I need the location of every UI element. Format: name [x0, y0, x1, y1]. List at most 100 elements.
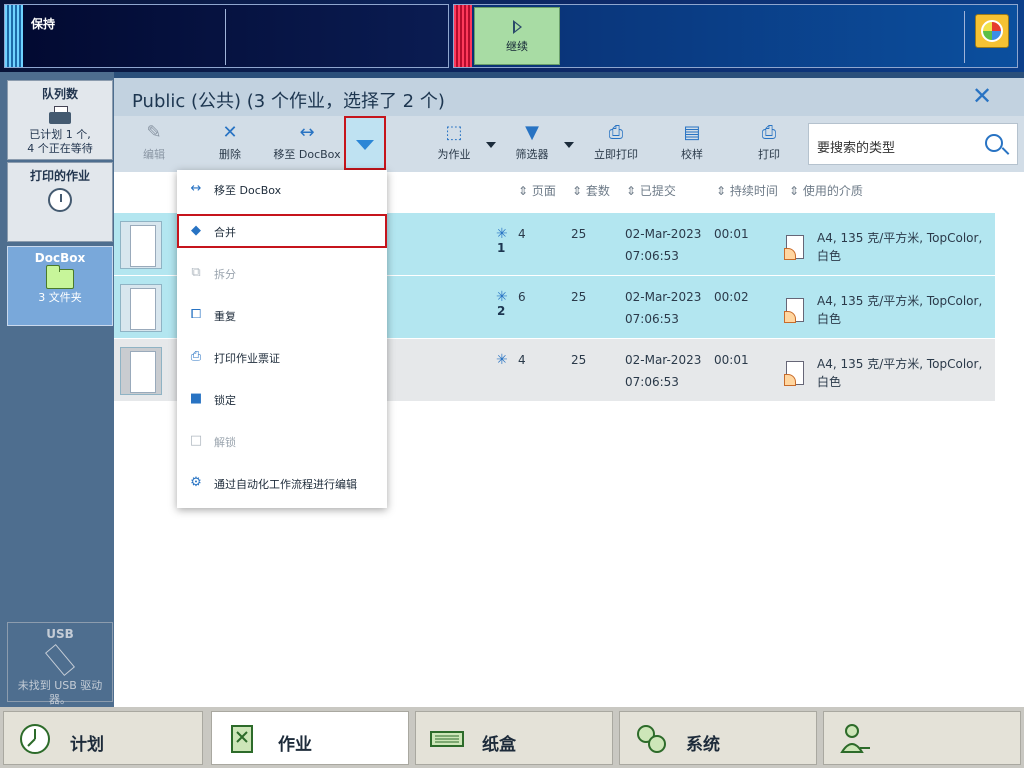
- job-document-icon: [231, 725, 253, 753]
- sidebar-item-docbox[interactable]: DocBox 3 文件夹: [7, 246, 113, 326]
- sets-cell: 25: [571, 290, 587, 304]
- hold-panel[interactable]: 保持: [4, 4, 449, 68]
- date-cell: 02-Mar-2023: [625, 227, 702, 241]
- date-cell: 02-Mar-2023: [625, 290, 702, 304]
- edit-label: 编辑: [143, 148, 165, 161]
- menu-item-edit-workflow[interactable]: ⚙ 通过自动化工作流程进行编辑: [177, 466, 387, 500]
- tab-plan[interactable]: 计划: [3, 711, 203, 765]
- media-icon: [784, 235, 804, 260]
- media-color-cell: 白色: [817, 312, 842, 326]
- resume-button[interactable]: 继续: [474, 7, 560, 65]
- menu-item-move-docbox[interactable]: ↔ 移至 DocBox: [177, 172, 387, 206]
- printer-icon: ⎙: [761, 122, 777, 143]
- user-key-icon: [840, 724, 870, 753]
- col-duration[interactable]: ⇕ 持续时间: [716, 182, 778, 199]
- split-icon: ⧉: [191, 265, 201, 280]
- printed-title: 打印的作业: [29, 169, 90, 183]
- menu-item-merge[interactable]: ◆ 合并: [177, 214, 387, 248]
- menu-item-label: 拆分: [214, 268, 236, 281]
- paper-tray-icon: [430, 731, 464, 747]
- tab-system-label: 系统: [686, 735, 720, 755]
- move-arrows-icon: ↔: [190, 181, 202, 196]
- sidebar-item-printed[interactable]: 打印的作业: [7, 162, 113, 242]
- actions-dropdown-menu: ↔ 移至 DocBox ◆ 合并 ⧉ 拆分 ⧠ 重复 ⎙ 打印作业票证 ■ 锁定…: [177, 170, 387, 508]
- sidebar-item-queue[interactable]: 队列数 已计划 1 个, 4 个正在等待: [7, 80, 113, 160]
- filter-label: 筛选器: [515, 148, 549, 161]
- search-placeholder: 要搜索的类型: [817, 141, 896, 156]
- filter-button[interactable]: ▼ 筛选器: [492, 120, 572, 170]
- print-button[interactable]: ⎙ 打印: [729, 120, 809, 170]
- media-color-cell: 白色: [817, 375, 842, 389]
- tab-jobs-label: 作业: [278, 735, 312, 755]
- more-actions-dropdown-button[interactable]: [344, 116, 386, 170]
- search-icon[interactable]: [985, 134, 1003, 152]
- ticket-printer-icon: ⎙: [190, 349, 202, 364]
- print-now-label: 立即打印: [594, 148, 638, 161]
- hold-label: 保持: [31, 17, 56, 31]
- media-icon: [784, 361, 804, 386]
- pencil-icon: ✎: [146, 122, 162, 143]
- color-dial-icon: [981, 20, 1003, 42]
- sets-cell: 25: [571, 227, 587, 241]
- duration-cell: 00:01: [714, 227, 749, 241]
- divider: [225, 9, 226, 65]
- move-arrows-icon: ↔: [299, 122, 315, 143]
- media-cell: A4, 135 克/平方米, TopColor,: [817, 294, 983, 308]
- pages-cell: 6: [518, 290, 526, 304]
- print-now-icon: ⎙: [608, 122, 624, 143]
- queue-title: 队列数: [41, 87, 78, 101]
- edit-button[interactable]: ✎ 编辑: [114, 120, 194, 170]
- print-now-button[interactable]: ⎙ 立即打印: [576, 120, 656, 170]
- print-panel: 继续: [453, 4, 1018, 68]
- media-color-cell: 白色: [817, 249, 842, 263]
- pages-cell: 4: [518, 227, 526, 241]
- col-media[interactable]: ⇕ 使用的介质: [789, 182, 863, 199]
- col-submitted[interactable]: ⇕ 已提交: [626, 182, 676, 199]
- for-job-button[interactable]: ⬚ 为作业: [414, 120, 494, 170]
- usb-title: USB: [46, 627, 74, 641]
- bottom-nav: 计划 作业 纸盒 系统: [0, 707, 1024, 768]
- tab-trays-label: 纸盒: [482, 735, 516, 755]
- proof-button[interactable]: ▤ 校样: [652, 120, 732, 170]
- for-job-label: 为作业: [437, 148, 471, 161]
- sidebar-item-usb[interactable]: USB 未找到 USB 驱动器。: [7, 622, 113, 706]
- docbox-title: DocBox: [34, 251, 86, 265]
- pages-cell: 4: [518, 353, 526, 367]
- menu-item-label: 移至 DocBox: [214, 184, 282, 197]
- menu-item-duplicate[interactable]: ⧠ 重复: [177, 298, 387, 332]
- clock-icon: [20, 724, 50, 754]
- status-alert-button[interactable]: [975, 14, 1009, 48]
- menu-item-split[interactable]: ⧉ 拆分: [177, 256, 387, 290]
- queue-line1: 已计划 1 个,: [29, 128, 91, 141]
- usb-sub: 未找到 USB 驱动器。: [17, 679, 103, 706]
- menu-item-label: 重复: [214, 310, 236, 323]
- menu-item-label: 通过自动化工作流程进行编辑: [214, 478, 357, 491]
- print-stripe: [454, 5, 472, 67]
- job-thumbnail: [120, 347, 162, 395]
- tab-trays[interactable]: 纸盒: [415, 711, 613, 765]
- printer-icon: [49, 106, 71, 126]
- delete-button[interactable]: ✕ 删除: [190, 120, 270, 170]
- close-icon[interactable]: ✕: [972, 82, 992, 110]
- delete-label: 删除: [219, 148, 241, 161]
- time-cell: 07:06:53: [625, 312, 679, 326]
- job-status-icon: ✳: [496, 289, 508, 305]
- count-cell: 2: [497, 304, 506, 318]
- menu-item-print-ticket[interactable]: ⎙ 打印作业票证: [177, 340, 387, 374]
- menu-item-unlock[interactable]: □ 解锁: [177, 424, 387, 458]
- tab-jobs[interactable]: 作业: [211, 711, 409, 765]
- move-docbox-button[interactable]: ↔ 移至 DocBox: [267, 120, 347, 170]
- menu-item-label: 合并: [214, 226, 236, 239]
- search-input[interactable]: 要搜索的类型: [808, 123, 1018, 165]
- divider: [964, 11, 965, 63]
- col-sets[interactable]: ⇕ 套数: [572, 182, 610, 199]
- menu-item-lock[interactable]: ■ 锁定: [177, 382, 387, 416]
- job-status-icon: ✳: [496, 352, 508, 368]
- tab-system[interactable]: 系统: [619, 711, 817, 765]
- filter-icon: ▼: [525, 122, 539, 143]
- filter-caret-icon[interactable]: [564, 142, 574, 148]
- lock-icon: ■: [189, 391, 203, 406]
- col-pages[interactable]: ⇕ 页面: [518, 182, 556, 199]
- folder-icon: [46, 265, 74, 289]
- tab-user[interactable]: [823, 711, 1021, 765]
